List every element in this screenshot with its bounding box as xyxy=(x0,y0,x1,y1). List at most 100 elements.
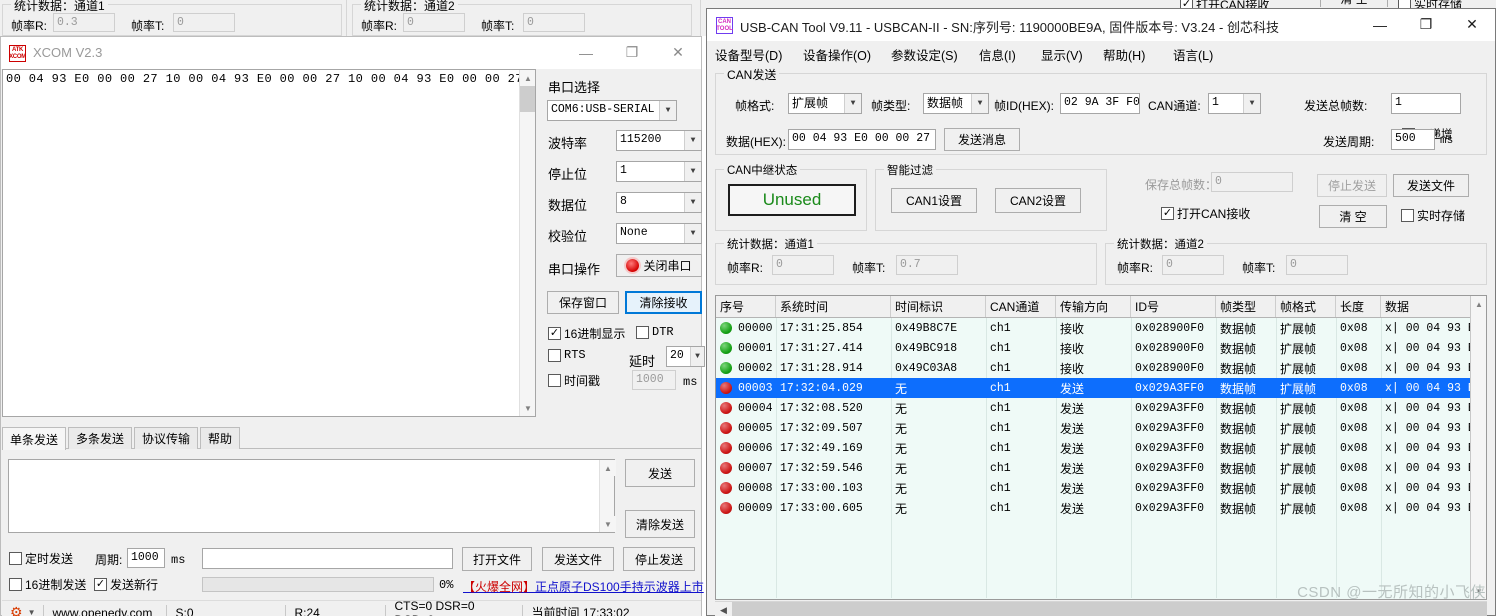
chevron-down-icon[interactable]: ▼ xyxy=(971,94,988,113)
send-file-button[interactable]: 发送文件 xyxy=(542,547,614,571)
menu-device-op[interactable]: 设备操作(O) xyxy=(803,45,871,63)
xcom-maximize-button[interactable]: ❐ xyxy=(609,37,655,68)
scroll-up-icon[interactable]: ▲ xyxy=(1471,296,1486,312)
realtime-store-checkbox[interactable]: 实时存储 xyxy=(1401,207,1465,224)
table-column-header[interactable]: 数据 xyxy=(1381,296,1472,317)
period-field[interactable]: 1000 xyxy=(127,548,165,568)
databits-select[interactable]: 8 ▼ xyxy=(616,192,702,213)
send-period-field[interactable]: 500 xyxy=(1391,129,1435,150)
table-horizontal-scrollbar[interactable]: ◀ xyxy=(715,601,1487,616)
status-site[interactable]: www.openedv.com xyxy=(44,601,166,616)
scroll-down-icon[interactable]: ▼ xyxy=(520,400,535,416)
can-channel-select[interactable]: 1 ▼ xyxy=(1208,93,1261,114)
tab-single-send[interactable]: 单条发送 xyxy=(2,427,67,450)
stopbits-select[interactable]: 1 ▼ xyxy=(616,161,702,182)
table-row[interactable]: 00002 17:31:28.914 0x49C03A8 ch1 接收 0x028900F… xyxy=(716,358,1472,378)
xcom-minimize-button[interactable]: — xyxy=(563,37,609,68)
hex-send-checkbox[interactable]: 16进制发送 xyxy=(9,576,86,593)
can-message-table[interactable]: 序号 系统时间 时间标识 CAN通道 传输方向 ID号 帧类型 帧格式 长度 数据 00000 17… xyxy=(715,295,1487,600)
xcom-send-area[interactable]: ▲ ▼ xyxy=(8,459,616,533)
timestamp-box[interactable] xyxy=(548,374,561,387)
frame-format-select[interactable]: 扩展帧 ▼ xyxy=(788,93,862,114)
menu-language[interactable]: 语言(L) xyxy=(1173,45,1213,63)
table-column-header[interactable]: CAN通道 xyxy=(986,296,1056,317)
file-path-field[interactable] xyxy=(202,548,453,569)
menu-help[interactable]: 帮助(H) xyxy=(1103,45,1145,63)
advertisement-link[interactable]: 【火爆全网】正点原子DS100手持示波器上市 xyxy=(463,578,704,595)
send-button[interactable]: 发送 xyxy=(625,459,695,487)
baud-select[interactable]: 115200 ▼ xyxy=(616,130,702,151)
table-column-header[interactable]: 帧类型 xyxy=(1216,296,1276,317)
table-row[interactable]: 00008 17:33:00.103 无 ch1 发送 0x029A3FF0 数据帧 扩展帧 0… xyxy=(716,478,1472,498)
timestamp-value-field[interactable]: 1000 xyxy=(632,370,676,390)
chevron-down-icon[interactable]: ▼ xyxy=(684,131,701,150)
table-column-header[interactable]: 帧格式 xyxy=(1276,296,1336,317)
table-row[interactable]: 00003 17:32:04.029 无 ch1 发送 0x029A3FF0 数据帧 扩展帧 0… xyxy=(716,378,1472,398)
table-row[interactable]: 00007 17:32:59.546 无 ch1 发送 0x029A3FF0 数据帧 扩展帧 0… xyxy=(716,458,1472,478)
table-column-header[interactable]: ID号 xyxy=(1131,296,1216,317)
scroll-up-icon[interactable]: ▲ xyxy=(520,70,535,86)
total-frames-field[interactable]: 1 xyxy=(1391,93,1461,114)
hex-display-checkbox[interactable]: ✓ 16进制显示 xyxy=(548,325,625,342)
clear-button[interactable]: 清 空 xyxy=(1319,205,1387,228)
close-port-button[interactable]: 关闭串口 xyxy=(616,254,702,277)
data-hex-field[interactable]: 00 04 93 E0 00 00 27 10 xyxy=(788,129,936,150)
open-can-recv-checkbox[interactable]: ✓ 打开CAN接收 xyxy=(1161,205,1250,222)
frame-id-field[interactable]: 02 9A 3F F0 xyxy=(1060,93,1140,114)
delay-select[interactable]: 20 ▼ xyxy=(666,346,705,367)
timed-send-checkbox[interactable]: 定时发送 xyxy=(9,550,73,567)
clear-send-button[interactable]: 清除发送 xyxy=(625,510,695,538)
can-maximize-button[interactable]: ❐ xyxy=(1403,9,1449,40)
table-column-header[interactable]: 时间标识 xyxy=(891,296,986,317)
chevron-down-icon[interactable]: ▼ xyxy=(684,193,701,212)
rts-box[interactable] xyxy=(548,348,561,362)
chevron-down-icon[interactable]: ▼ xyxy=(684,224,701,243)
chevron-down-icon[interactable]: ▼ xyxy=(844,94,861,113)
table-row[interactable]: 00005 17:32:09.507 无 ch1 发送 0x029A3FF0 数据帧 扩展帧 0… xyxy=(716,418,1472,438)
menu-info[interactable]: 信息(I) xyxy=(979,45,1016,63)
table-column-header[interactable]: 传输方向 xyxy=(1056,296,1131,317)
scroll-thumb[interactable] xyxy=(520,86,535,112)
chevron-down-icon[interactable]: ▼ xyxy=(684,162,701,181)
table-column-header[interactable]: 序号 xyxy=(716,296,776,317)
menu-param-set[interactable]: 参数设定(S) xyxy=(891,45,958,63)
hex-send-box[interactable] xyxy=(9,578,22,591)
save-window-button[interactable]: 保存窗口 xyxy=(547,291,619,314)
send-message-button[interactable]: 发送消息 xyxy=(944,128,1020,151)
gear-icon[interactable]: ⚙ xyxy=(10,604,23,616)
open-file-button[interactable]: 打开文件 xyxy=(462,547,532,571)
table-column-header[interactable]: 长度 xyxy=(1336,296,1381,317)
timed-send-box[interactable] xyxy=(9,552,22,565)
xcom-send-scrollbar[interactable]: ▲ ▼ xyxy=(599,460,616,532)
table-row[interactable]: 00009 17:33:00.605 无 ch1 发送 0x029A3FF0 数据帧 扩展帧 0… xyxy=(716,498,1472,518)
table-vertical-scrollbar[interactable]: ▲ ▼ xyxy=(1470,296,1486,599)
parity-select[interactable]: None ▼ xyxy=(616,223,702,244)
settings-gear[interactable]: ⚙ ▼ xyxy=(2,601,43,616)
tab-protocol[interactable]: 协议传输 xyxy=(134,427,199,449)
scroll-down-icon[interactable]: ▼ xyxy=(600,516,616,532)
bg-clear-button[interactable]: 清 空 xyxy=(1320,0,1390,7)
chevron-down-icon[interactable]: ▼ xyxy=(1243,94,1260,113)
send-newline-checkbox[interactable]: ✓ 发送新行 xyxy=(94,576,158,593)
port-select[interactable]: COM6:USB-SERIAL ▼ xyxy=(547,100,677,121)
can1-settings-button[interactable]: CAN1设置 xyxy=(891,188,977,213)
open-can-recv-box[interactable]: ✓ xyxy=(1161,207,1174,220)
table-row[interactable]: 00004 17:32:08.520 无 ch1 发送 0x029A3FF0 数据帧 扩展帧 0… xyxy=(716,398,1472,418)
xcom-receive-area[interactable]: 00 04 93 E0 00 00 27 10 00 04 93 E0 00 0… xyxy=(2,69,536,417)
table-column-header[interactable]: 系统时间 xyxy=(776,296,891,317)
scroll-left-icon[interactable]: ◀ xyxy=(715,602,732,616)
chevron-down-icon[interactable]: ▼ xyxy=(659,101,676,120)
menu-display[interactable]: 显示(V) xyxy=(1041,45,1083,63)
chevron-down-icon[interactable]: ▼ xyxy=(28,608,36,616)
can-titlebar[interactable]: CAN TOOL USB-CAN Tool V9.11 - USBCAN-II -… xyxy=(707,9,1495,41)
xcom-close-button[interactable]: ✕ xyxy=(655,37,701,68)
table-row[interactable]: 00006 17:32:49.169 无 ch1 发送 0x029A3FF0 数据帧 扩展帧 0… xyxy=(716,438,1472,458)
xcom-titlebar[interactable]: ATK XCOM XCOM V2.3 — ❐ ✕ xyxy=(1,37,701,69)
menu-device-model[interactable]: 设备型号(D) xyxy=(715,45,782,63)
chevron-down-icon[interactable]: ▼ xyxy=(690,347,704,366)
can-minimize-button[interactable]: — xyxy=(1357,9,1403,40)
table-row[interactable]: 00001 17:31:27.414 0x49BC918 ch1 接收 0x028900F… xyxy=(716,338,1472,358)
dtr-checkbox[interactable]: DTR xyxy=(636,325,674,339)
tab-multi-send[interactable]: 多条发送 xyxy=(68,427,133,449)
can2-settings-button[interactable]: CAN2设置 xyxy=(995,188,1081,213)
